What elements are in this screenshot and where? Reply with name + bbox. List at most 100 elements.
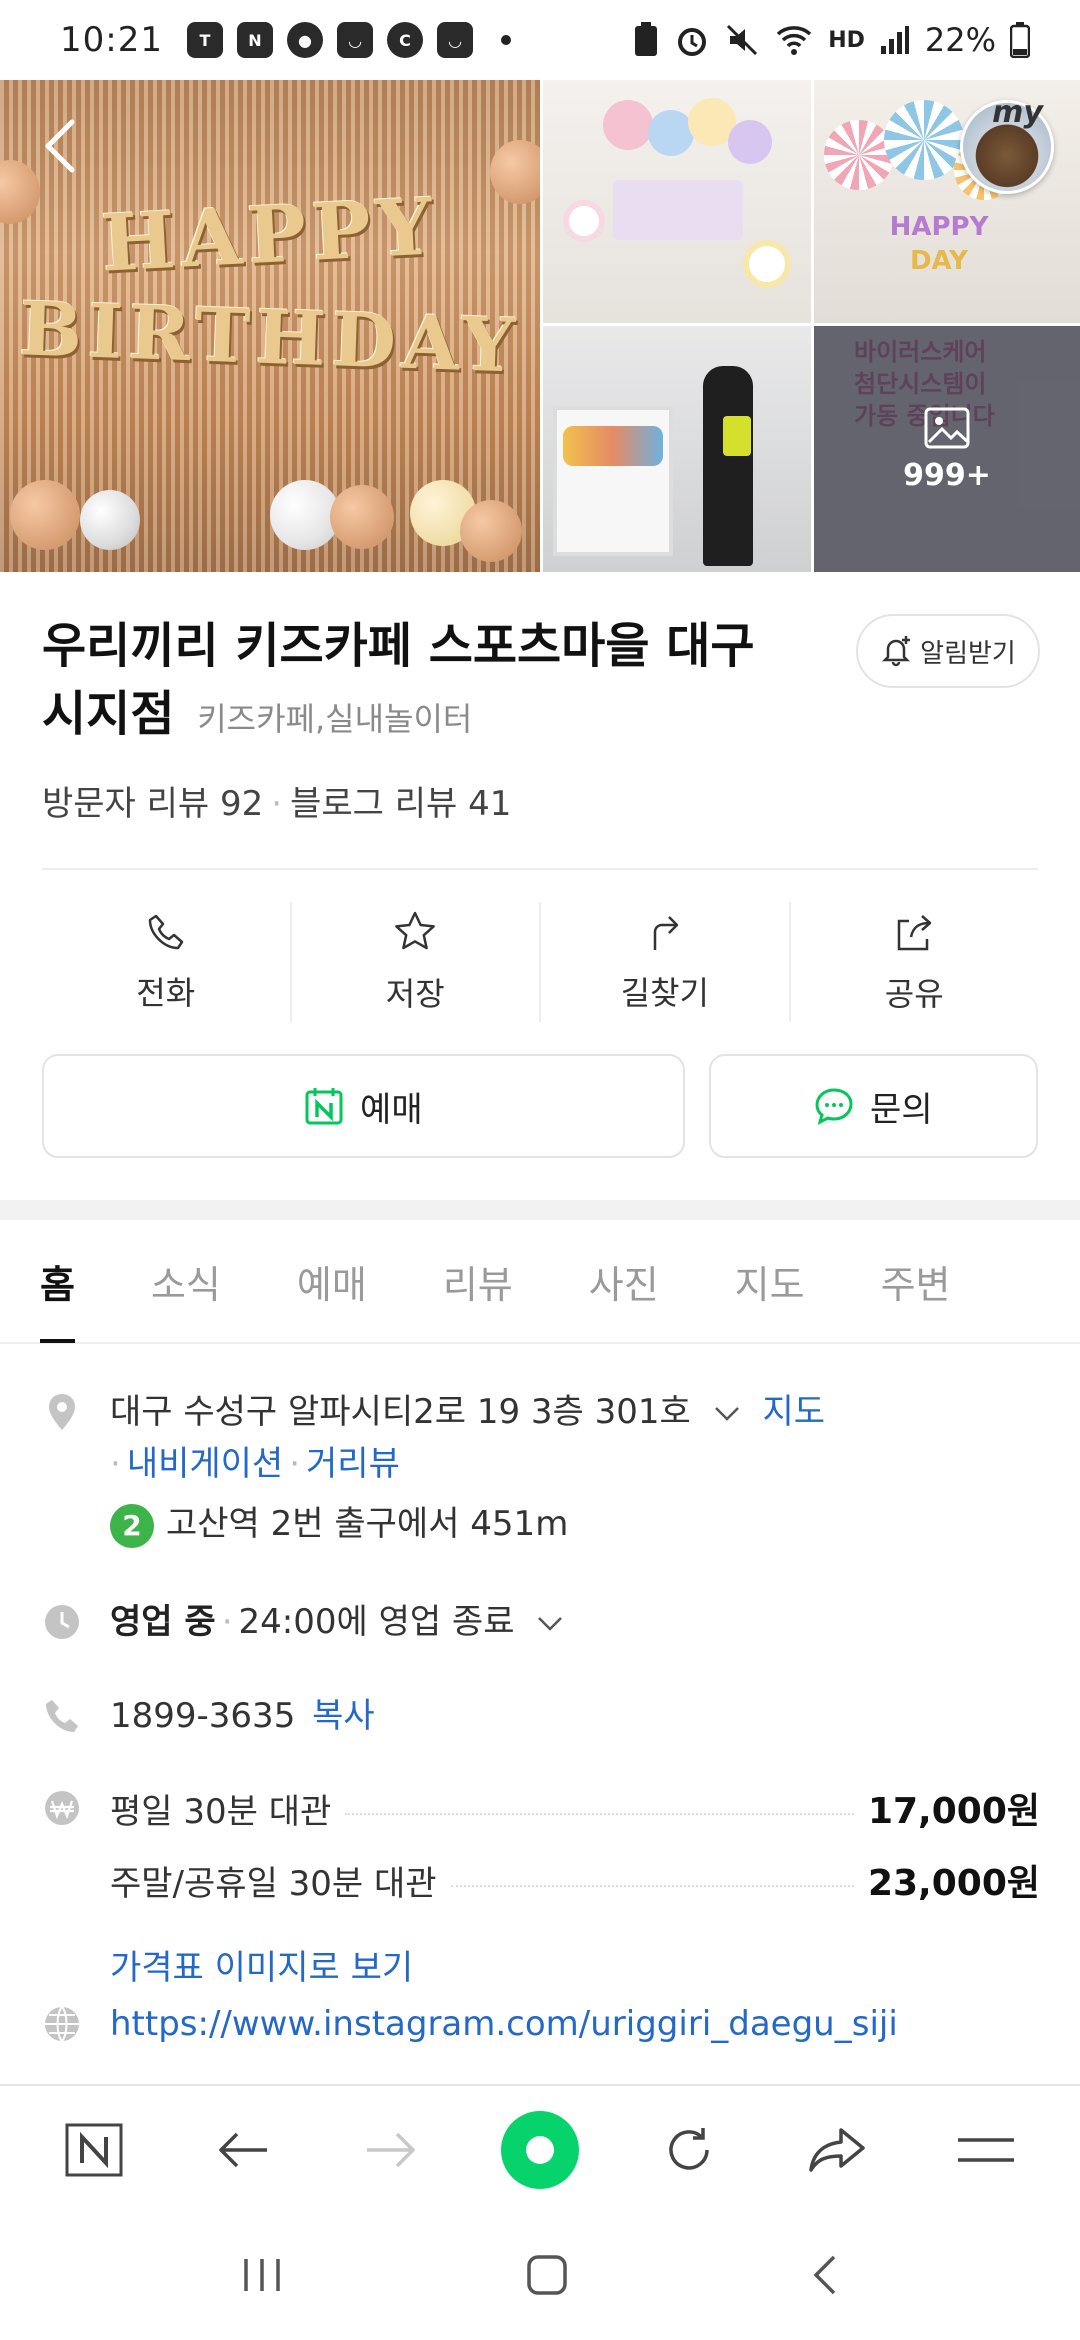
share-page-button[interactable] xyxy=(797,2110,877,2190)
recent-apps-icon xyxy=(244,2259,281,2291)
price-item: 평일 30분 대관 17,000원 xyxy=(110,1782,1040,1834)
phone-number[interactable]: 1899-3635 xyxy=(110,1696,295,1736)
recent-apps-button[interactable] xyxy=(240,2255,284,2299)
inquiry-button[interactable]: 문의 xyxy=(708,1054,1038,1158)
balloon xyxy=(728,120,772,164)
share-action[interactable]: 공유 xyxy=(791,902,1039,1022)
tab-booking[interactable]: 예매 xyxy=(297,1219,367,1343)
price-dotted-leader xyxy=(450,1885,854,1887)
photo-gallery: HAPPY BIRTHDAY HAPPYDAY 바이러스케어첨단시스템이가동 중… xyxy=(0,80,1080,572)
directions-action[interactable]: 길찾기 xyxy=(541,902,791,1022)
section-separator xyxy=(0,1200,1080,1220)
alarm-button[interactable]: 알림받기 xyxy=(856,614,1040,688)
directions-icon xyxy=(653,916,678,950)
shop-notification-icon: ◡ xyxy=(436,22,473,58)
system-back-button[interactable] xyxy=(810,2253,840,2301)
save-action[interactable]: 저장 xyxy=(292,902,541,1022)
back-arrow-icon[interactable] xyxy=(38,116,82,176)
phone-text: 1899-3635 복사 xyxy=(110,1690,375,1742)
home-button[interactable] xyxy=(525,2253,569,2301)
naver-calendar-icon xyxy=(305,1088,343,1125)
star-icon xyxy=(395,911,436,950)
subway-line-badge: 2 xyxy=(110,1503,154,1548)
phone-icon xyxy=(148,914,183,950)
my-profile-avatar[interactable]: my xyxy=(960,95,1054,194)
tab-nearby[interactable]: 주변 xyxy=(881,1219,951,1343)
arrow-left-icon xyxy=(219,2132,267,2168)
network-type: HD xyxy=(828,27,865,53)
forward-button[interactable] xyxy=(351,2110,431,2190)
naver-green-dot-button[interactable] xyxy=(500,2110,580,2190)
price-dotted-leader xyxy=(345,1813,854,1815)
more-photos-count: 999+ xyxy=(903,457,991,493)
photo-more[interactable]: 바이러스케어첨단시스템이가동 중입니다 999+ xyxy=(814,326,1080,572)
phone-row: 1899-3635 복사 xyxy=(42,1690,1042,1746)
naver-n-icon xyxy=(65,2123,123,2177)
address-text[interactable]: 대구 수성구 알파시티2로 19 3층 301호 xyxy=(110,1392,691,1432)
chevron-down-icon[interactable] xyxy=(712,1404,742,1424)
price-section: 평일 30분 대관 17,000원 주말/공휴일 30분 대관 23,000원 … xyxy=(42,1782,1042,2002)
price-item: 주말/공휴일 30분 대관 23,000원 xyxy=(110,1854,1040,1906)
photo-main[interactable]: HAPPY BIRTHDAY xyxy=(0,80,540,572)
bell-plus-icon xyxy=(882,636,911,667)
paper-fan-decoration xyxy=(884,100,964,180)
signal-icon xyxy=(880,26,909,54)
refresh-button[interactable] xyxy=(649,2110,729,2190)
chevron-down-icon[interactable] xyxy=(535,1614,565,1634)
website-text: https://www.instagram.com/uriggiri_daegu… xyxy=(110,1998,898,2050)
battery-percent: 22% xyxy=(924,21,996,59)
balloon xyxy=(460,500,522,562)
balloon xyxy=(648,110,694,156)
photo-staff-sanitizing[interactable] xyxy=(543,326,811,572)
alarm-icon xyxy=(678,28,707,56)
more-photos-overlay[interactable]: 999+ xyxy=(814,326,1080,572)
website-link[interactable]: https://www.instagram.com/uriggiri_daegu… xyxy=(110,2004,898,2044)
mute-icon xyxy=(727,24,758,56)
address-block: 대구 수성구 알파시티2로 19 3층 301호 지도 · 내비게이션 · 거리뷰 2… xyxy=(110,1386,825,1550)
dot-separator: · xyxy=(221,1602,233,1642)
home-square-icon xyxy=(527,2255,567,2295)
primary-buttons: 예매 문의 xyxy=(42,1054,1038,1158)
directions-label: 길찾기 xyxy=(620,974,709,1012)
clock-icon xyxy=(45,1605,79,1639)
globe-icon xyxy=(45,2006,79,2042)
photo-toys xyxy=(563,426,663,466)
tab-map[interactable]: 지도 xyxy=(735,1219,805,1343)
chevron-left-icon xyxy=(813,2255,835,2295)
visitor-reviews-link[interactable]: 방문자 리뷰 92 xyxy=(42,784,263,824)
blog-reviews-link[interactable]: 블로그 리뷰 41 xyxy=(290,784,511,824)
chat-notification-icon: ● xyxy=(286,22,323,58)
tab-news[interactable]: 소식 xyxy=(151,1219,221,1343)
my-profile-label: my xyxy=(992,95,1043,130)
balloon xyxy=(563,200,605,242)
map-link[interactable]: 지도 xyxy=(762,1392,825,1432)
subway-text: 고산역 2번 출구에서 451m xyxy=(166,1504,569,1544)
happy-day-sign: HAPPY DAY xyxy=(889,212,989,276)
tab-photos[interactable]: 사진 xyxy=(589,1219,659,1343)
price-label: 평일 30분 대관 xyxy=(110,1791,332,1832)
call-action[interactable]: 전화 xyxy=(42,902,292,1022)
photo-balloon-wall[interactable] xyxy=(543,80,811,323)
tab-reviews[interactable]: 리뷰 xyxy=(443,1219,513,1343)
hours-row[interactable]: 영업 중 · 24:00에 영업 종료 xyxy=(42,1596,1042,1652)
chat-bubble-icon xyxy=(815,1088,853,1125)
address-row: 대구 수성구 알파시티2로 19 3층 301호 지도 · 내비게이션 · 거리뷰 2… xyxy=(42,1386,1042,1556)
streetview-link[interactable]: 거리뷰 xyxy=(306,1444,400,1484)
menu-button[interactable] xyxy=(946,2110,1026,2190)
action-bar: 전화 저장 길찾기 공유 xyxy=(42,902,1038,1022)
balloon xyxy=(330,485,394,549)
balloon xyxy=(743,240,791,288)
tab-home[interactable]: 홈 xyxy=(40,1219,75,1343)
navigation-link[interactable]: 내비게이션 xyxy=(127,1444,283,1484)
photo-staff xyxy=(703,366,753,566)
back-button[interactable] xyxy=(203,2110,283,2190)
closing-time: 24:00에 영업 종료 xyxy=(238,1602,515,1642)
copy-phone-button[interactable]: 복사 xyxy=(312,1696,375,1736)
booking-button[interactable]: 예매 xyxy=(42,1054,685,1158)
call-label: 전화 xyxy=(136,974,196,1012)
balloon xyxy=(80,490,140,550)
price-image-link[interactable]: 가격표 이미지로 보기 xyxy=(110,1940,413,1989)
naver-home-button[interactable] xyxy=(54,2110,134,2190)
refresh-icon xyxy=(668,2128,709,2170)
photo-wall-sign xyxy=(613,180,743,240)
